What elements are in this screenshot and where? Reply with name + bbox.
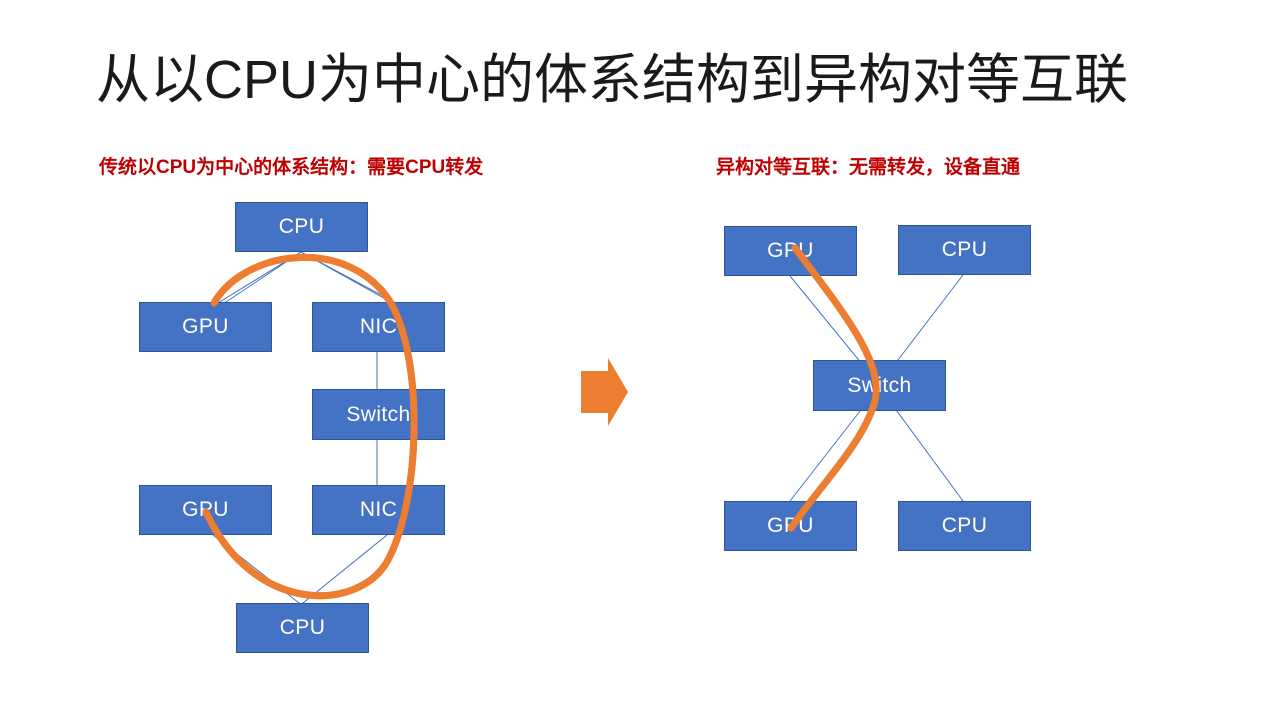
node-label: CPU bbox=[941, 238, 988, 261]
node-right-gpu-top[interactable]: GPU bbox=[724, 226, 857, 276]
node-label: CPU bbox=[279, 616, 326, 639]
node-left-gpu-lower[interactable]: GPU bbox=[139, 485, 272, 535]
link-gpu2-to-cpu-bottom bbox=[212, 534, 300, 604]
link-cpu-top-to-gpu1 bbox=[217, 251, 302, 304]
right-arrow-icon bbox=[581, 358, 628, 426]
node-label: GPU bbox=[182, 315, 229, 338]
left-panel-caption: 传统以CPU为中心的体系结构：需要CPU转发 bbox=[99, 157, 484, 178]
node-right-cpu-top[interactable]: CPU bbox=[898, 225, 1031, 275]
link-cpu-top-to-nic1b bbox=[300, 251, 399, 307]
right-panel-caption: 异构对等互联：无需转发，设备直通 bbox=[716, 157, 1021, 178]
node-label: GPU bbox=[767, 239, 814, 262]
link-cpu-top-to-nic1 bbox=[300, 251, 397, 304]
node-left-nic-lower[interactable]: NIC bbox=[312, 485, 445, 535]
page-title: 从以CPU为中心的体系结构到异构对等互联 bbox=[96, 50, 1129, 110]
node-right-switch[interactable]: Switch bbox=[813, 360, 946, 411]
node-right-cpu-bottom[interactable]: CPU bbox=[898, 501, 1031, 551]
node-left-cpu-top[interactable]: CPU bbox=[235, 202, 368, 252]
node-label: GPU bbox=[182, 498, 229, 521]
node-left-nic-upper[interactable]: NIC bbox=[312, 302, 445, 352]
node-label: NIC bbox=[359, 315, 398, 338]
node-label: Switch bbox=[346, 402, 411, 426]
node-right-gpu-bottom[interactable]: GPU bbox=[724, 501, 857, 551]
node-left-cpu-bottom[interactable]: CPU bbox=[236, 603, 369, 653]
node-label: NIC bbox=[359, 498, 398, 521]
node-left-gpu-upper[interactable]: GPU bbox=[139, 302, 272, 352]
slide-canvas: 从以CPU为中心的体系结构到异构对等互联 传统以CPU为中心的体系结构：需要CP… bbox=[0, 0, 1280, 720]
link-cpu-top-to-gpu1b bbox=[219, 251, 302, 307]
node-label: CPU bbox=[941, 514, 988, 537]
link-nic2-to-cpu-bottom bbox=[302, 534, 388, 604]
node-label: Switch bbox=[847, 373, 912, 397]
node-label: GPU bbox=[767, 514, 814, 537]
node-label: CPU bbox=[278, 215, 325, 238]
node-left-switch[interactable]: Switch bbox=[312, 389, 445, 440]
